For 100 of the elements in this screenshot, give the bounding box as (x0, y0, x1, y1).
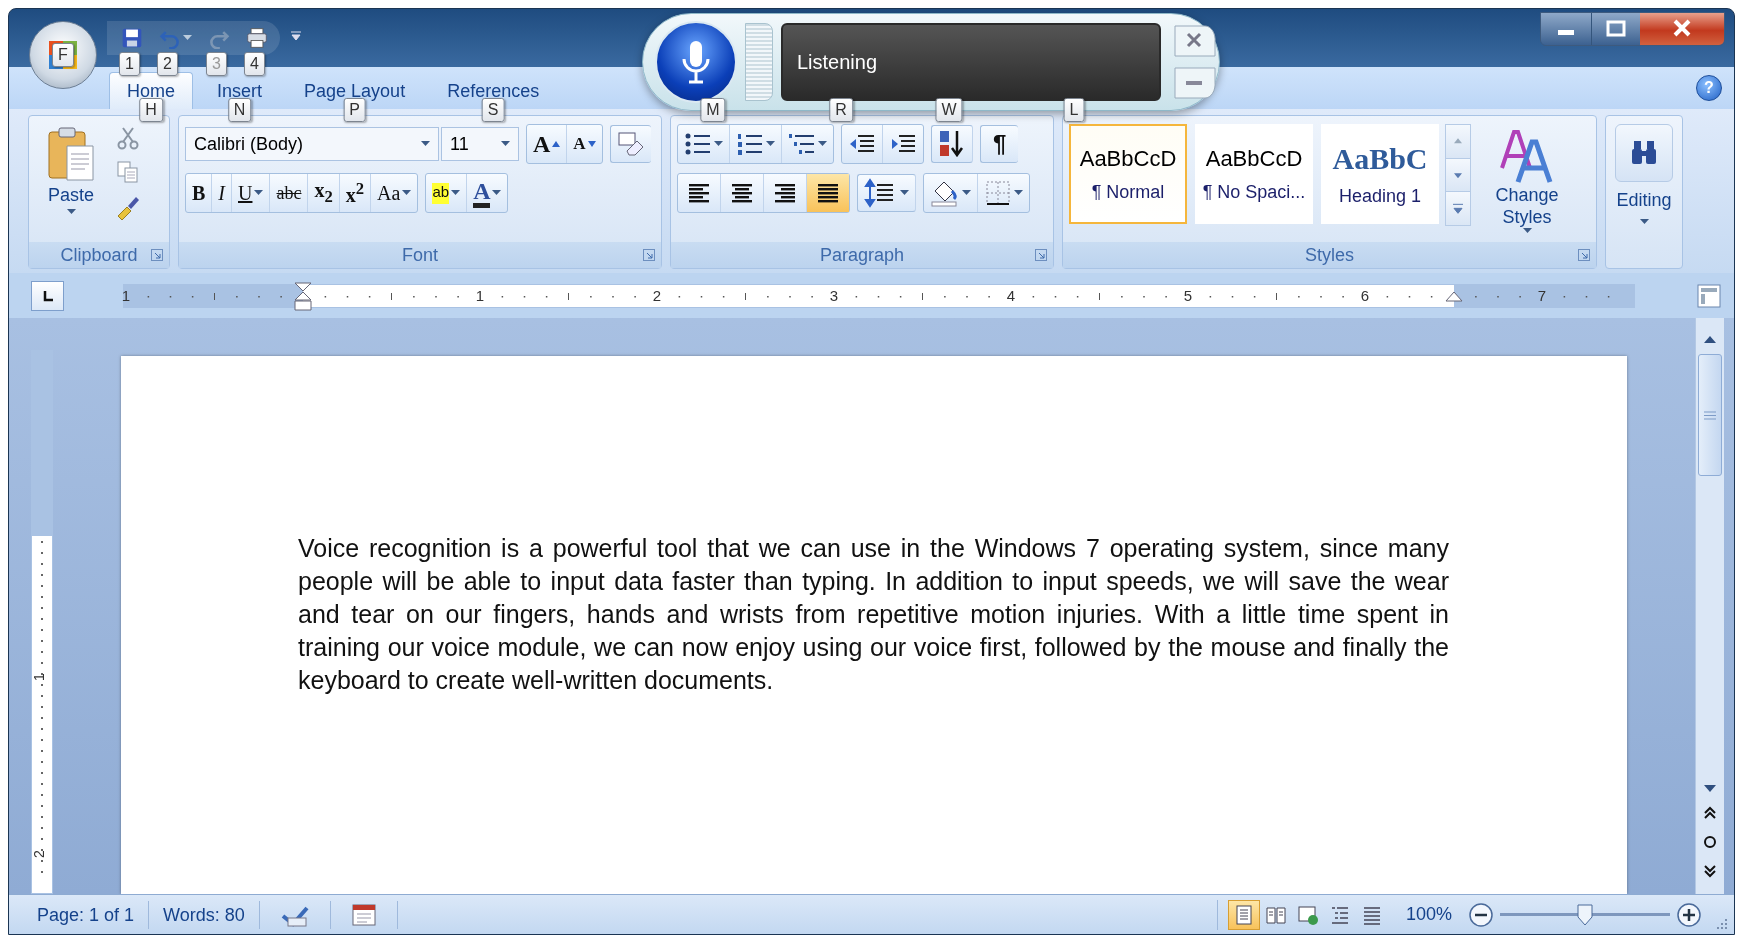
format-button[interactable]: B (186, 174, 213, 212)
customize-toolbar-icon[interactable] (290, 31, 302, 41)
view-button[interactable] (1227, 899, 1260, 930)
line-spacing-button[interactable] (857, 174, 916, 212)
office-button[interactable]: F (29, 21, 97, 89)
caret-icon (1014, 190, 1023, 196)
sort-icon[interactable] (938, 129, 966, 159)
keytip: R (829, 98, 853, 122)
format-button[interactable]: U (232, 174, 271, 212)
eraser-icon[interactable] (616, 131, 645, 157)
printer-icon[interactable] (246, 27, 268, 49)
editing-button[interactable]: Editing (1611, 124, 1677, 268)
dialog-launcher-icon[interactable] (1578, 249, 1590, 261)
ruler-number: 3 (829, 286, 839, 305)
format-button[interactable]: I (212, 174, 232, 212)
group-label: Paragraph (671, 242, 1053, 268)
style-name: ¶ Normal (1091, 181, 1165, 203)
dialog-launcher-icon[interactable] (151, 249, 163, 261)
caret-icon (1639, 219, 1649, 225)
minimize-icon[interactable] (1541, 13, 1591, 45)
microphone-button[interactable] (655, 21, 737, 103)
style-tile[interactable]: AaBbC Heading 1 (1321, 124, 1439, 224)
format-button[interactable]: x$_{2}$ (308, 174, 340, 212)
highlight-button[interactable]: ab (426, 174, 468, 212)
format-button[interactable]: x$^{2}$ (339, 174, 372, 212)
scroll-down-icon[interactable] (1446, 158, 1470, 193)
caret-icon (451, 190, 461, 196)
style-name: Heading 1 (1338, 185, 1422, 207)
slider-thumb[interactable] (1577, 903, 1593, 926)
font-size-field[interactable]: 11 (441, 127, 519, 161)
grip-icon (1704, 410, 1716, 420)
shrink-font-button[interactable]: A (567, 125, 602, 163)
clipboard-icon[interactable] (47, 126, 95, 182)
keytip: M (700, 98, 726, 122)
style-tile[interactable]: AaBbCcD ¶ No Spaci... (1195, 124, 1313, 224)
caret-icon (714, 141, 723, 147)
align-center-icon (730, 182, 754, 204)
bullets-icon[interactable] (684, 132, 712, 156)
ruler-number: 1 (30, 673, 47, 681)
align-button[interactable] (807, 174, 849, 212)
dialog-launcher-icon[interactable] (1035, 249, 1047, 261)
right-indent-marker-icon[interactable] (1445, 290, 1463, 303)
sort-button[interactable] (931, 125, 973, 163)
keytip: S (481, 98, 505, 122)
multilevel-list-icon[interactable] (788, 132, 816, 156)
keytip: W (935, 98, 963, 122)
close-icon[interactable] (1640, 13, 1724, 45)
grow-font-button[interactable]: A (527, 125, 568, 163)
numbering-icon[interactable] (736, 132, 764, 156)
caret-icon (421, 141, 430, 147)
caret-icon (402, 190, 412, 196)
scissors-icon[interactable] (117, 126, 139, 150)
caret-icon (66, 209, 76, 215)
caret-icon (183, 35, 192, 41)
format-button[interactable]: Aa (371, 174, 418, 212)
maximize-icon[interactable] (1591, 13, 1640, 45)
resize-grip-icon[interactable] (1714, 916, 1728, 930)
tab-selector-button[interactable] (31, 280, 64, 311)
ruler-number: 2 (30, 850, 47, 858)
zoom-in-icon[interactable] (1676, 901, 1702, 928)
ruler-number: 7 (1537, 286, 1547, 305)
show-marks-button[interactable]: ¶ (980, 125, 1019, 163)
close-icon[interactable] (1173, 24, 1217, 58)
caret-icon (492, 190, 502, 196)
ruler-number: 1 (121, 286, 131, 305)
paintbrush-icon[interactable] (115, 194, 141, 220)
caret-icon (962, 190, 971, 196)
paste-button[interactable]: Paste (35, 120, 107, 238)
borders-icon[interactable] (984, 179, 1012, 207)
ruler-number: 2 (652, 286, 662, 305)
ruler-number: 5 (1183, 286, 1193, 305)
save-icon[interactable] (121, 27, 143, 49)
speech-status: Listening (797, 50, 878, 74)
group-label: Clipboard (29, 242, 169, 268)
ruler-number: 6 (1360, 286, 1370, 305)
font-color-button[interactable]: A (467, 174, 508, 212)
keytip: 2 (157, 52, 178, 76)
indent-marker-icon[interactable] (294, 281, 312, 312)
keytip: 1 (119, 52, 140, 76)
word-count[interactable]: Words: 80 (149, 900, 260, 929)
zoom-level[interactable]: 100% (1405, 904, 1452, 925)
dialog-launcher-icon[interactable] (643, 249, 655, 261)
font-name-field[interactable]: Calibri (Body) (185, 127, 439, 161)
style-tile[interactable]: AaBbCcD ¶ Normal (1069, 124, 1187, 224)
zoom-out-icon[interactable] (1468, 901, 1494, 928)
clear-formatting-button[interactable] (609, 125, 651, 163)
caret-icon (818, 141, 827, 147)
align-left-icon (687, 182, 711, 204)
vertical-scrollbar[interactable] (1695, 318, 1724, 894)
keytip: P (343, 98, 366, 122)
format-button[interactable]: abc (270, 174, 309, 212)
page-count[interactable]: Page: 1 of 1 (23, 900, 150, 929)
keytip: H (139, 98, 163, 122)
scroll-thumb[interactable] (1698, 354, 1722, 476)
microphone-icon (681, 39, 711, 85)
macro-icon[interactable] (350, 902, 377, 927)
caret-icon (900, 190, 909, 196)
minimize-icon[interactable] (1173, 66, 1217, 100)
change-styles-button[interactable]: Change Styles (1481, 124, 1573, 238)
caret-icon (766, 141, 775, 147)
